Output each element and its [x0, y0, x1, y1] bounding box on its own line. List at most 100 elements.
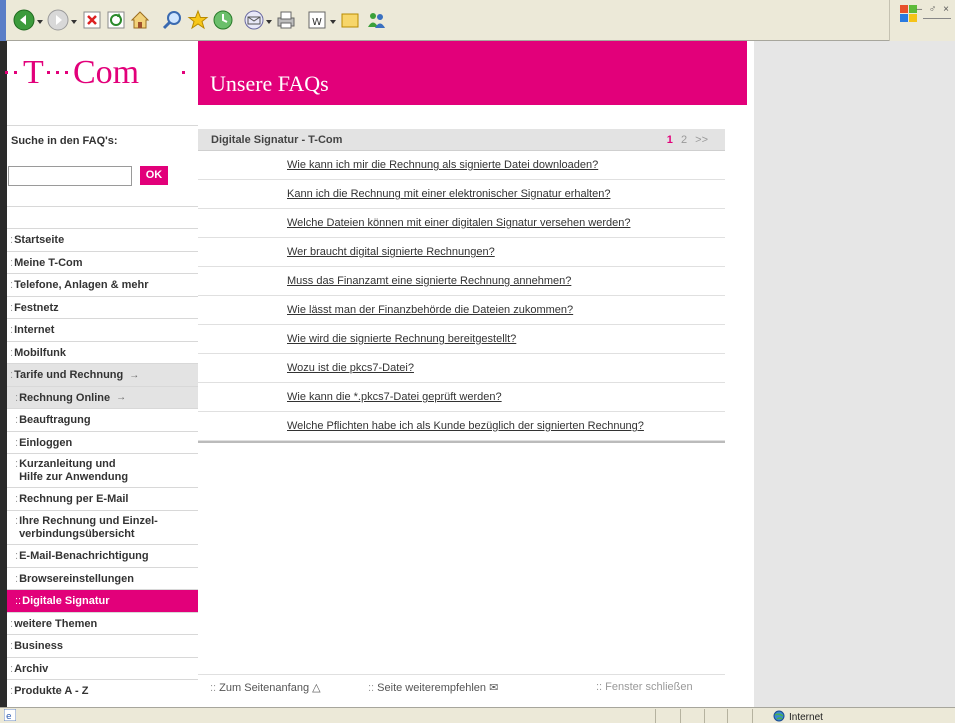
faq-row: Wozu ist die pkcs7-Datei?	[198, 354, 725, 383]
faq-question-link[interactable]: Muss das Finanzamt eine signierte Rechnu…	[287, 275, 571, 287]
faq-list: Wie kann ich mir die Rechnung als signie…	[198, 151, 725, 441]
history-icon[interactable]	[211, 8, 235, 32]
sidebar-item-rechnung-email[interactable]: : Rechnung per E-Mail	[7, 487, 198, 510]
mail-dropdown-icon[interactable]	[266, 16, 272, 24]
faq-question-link[interactable]: Welche Pflichten habe ich als Kunde bezü…	[287, 420, 644, 432]
forward-dropdown-icon[interactable]	[71, 16, 77, 24]
home-icon[interactable]	[128, 8, 152, 32]
pager-current: 1	[666, 134, 673, 146]
sidebar-item-browsereinstellungen[interactable]: : Browsereinstellungen	[7, 567, 198, 589]
sidebar-item-telefone[interactable]: : Telefone, Anlagen & mehr	[7, 273, 198, 296]
sidebar-item-startseite[interactable]: : Startseite	[7, 228, 198, 251]
faq-row: Wie wird die signierte Rechnung bereitge…	[198, 325, 725, 354]
pager-next[interactable]: >>	[695, 134, 708, 146]
window-divider	[923, 18, 951, 19]
svg-text:Com: Com	[73, 54, 139, 91]
faq-header: Digitale Signatur - T-Com 1 2 >>	[198, 129, 725, 151]
back-icon[interactable]	[12, 8, 36, 32]
pager: 1 2 >>	[667, 134, 713, 146]
sidebar-item-mobilfunk[interactable]: : Mobilfunk	[7, 341, 198, 363]
faq-question-link[interactable]: Welche Dateien können mit einer digitale…	[287, 217, 630, 229]
folder-icon[interactable]	[338, 8, 362, 32]
faq-question-link[interactable]: Wer braucht digital signierte Rechnungen…	[287, 246, 495, 258]
sidebar-item-festnetz[interactable]: : Festnetz	[7, 296, 198, 318]
sidebar-nav: : Startseite : Meine T-Com : Telefone, Anla…	[7, 228, 198, 702]
sidebar-item-digitale-signatur[interactable]: :: Digitale Signatur	[7, 589, 198, 612]
faq-row: Muss das Finanzamt eine signierte Rechnu…	[198, 267, 725, 296]
sidebar: Suche in den FAQ's: OK : Startseite : Mein…	[7, 105, 198, 707]
faq-question-link[interactable]: Wie wird die signierte Rechnung bereitge…	[287, 333, 516, 345]
svg-text:W: W	[312, 17, 322, 28]
sidebar-item-beauftragung[interactable]: : Beauftragung	[7, 408, 198, 431]
footer-close-link[interactable]: :: Fenster schließen	[596, 681, 693, 693]
refresh-icon[interactable]	[104, 8, 128, 32]
forward-icon[interactable]	[46, 8, 70, 32]
sidebar-item-email-benachrichtigung[interactable]: : E-Mail-Benachrichtigung	[7, 544, 198, 567]
print-icon[interactable]	[274, 8, 298, 32]
windows-logo-area: – ♂ ×	[889, 0, 955, 41]
status-pane	[655, 709, 656, 723]
sidebar-item-internet[interactable]: : Internet	[7, 318, 198, 341]
search-ok-button[interactable]: OK	[140, 166, 168, 185]
faq-question-link[interactable]: Wie lässt man der Finanzbehörde die Date…	[287, 304, 573, 316]
favorites-icon[interactable]	[186, 8, 210, 32]
faq-bottom-rule	[198, 441, 725, 443]
word-icon[interactable]: W	[305, 8, 329, 32]
word-dropdown-icon[interactable]	[330, 16, 336, 24]
sidebar-item-archiv[interactable]: : Archiv	[7, 657, 198, 679]
search-input[interactable]	[8, 166, 132, 186]
svg-text:T: T	[23, 54, 44, 91]
stop-icon[interactable]	[80, 8, 104, 32]
faq-question-link[interactable]: Wozu ist die pkcs7-Datei?	[287, 362, 414, 374]
faq-row: Wie kann ich mir die Rechnung als signie…	[198, 151, 725, 180]
back-dropdown-icon[interactable]	[37, 16, 43, 24]
faq-row: Welche Pflichten habe ich als Kunde bezü…	[198, 412, 725, 441]
footer-top-link[interactable]: :: Zum Seitenanfang △	[210, 681, 321, 694]
sidebar-item-einloggen[interactable]: : Einloggen	[7, 431, 198, 453]
window-left-frame	[0, 41, 7, 707]
sidebar-item-weitere-themen[interactable]: : weitere Themen	[7, 612, 198, 634]
faq-row: Kann ich die Rechnung mit einer elektron…	[198, 180, 725, 209]
window-controls[interactable]: – ♂ ×	[917, 4, 951, 15]
sidebar-item-einzelverbindung[interactable]: : Ihre Rechnung und Einzel-verbindungsübe…	[7, 510, 198, 544]
faq-question-link[interactable]: Wie kann die *.pkcs7-Datei geprüft werde…	[287, 391, 502, 403]
triangle-up-icon: △	[312, 682, 321, 694]
page-content: T Com Unsere FAQs Suche in den FAQ's: OK…	[5, 41, 955, 707]
sidebar-item-rechnung-online[interactable]: : Rechnung Online →	[7, 386, 198, 408]
faq-row: Wer braucht digital signierte Rechnungen…	[198, 238, 725, 267]
header-bar: Unsere FAQs	[198, 41, 747, 105]
page-title: Unsere FAQs	[210, 71, 329, 96]
sidebar-item-kurzanleitung[interactable]: : Kurzanleitung und Hilfe zur Anwendung	[7, 453, 198, 487]
faq-question-link[interactable]: Wie kann ich mir die Rechnung als signie…	[287, 159, 598, 171]
t-com-logo[interactable]: T Com	[1, 51, 191, 100]
arrow-right-icon: →	[129, 369, 140, 381]
ie-page-icon: e	[3, 708, 17, 722]
search-divider	[7, 206, 198, 207]
faq-row: Welche Dateien können mit einer digitale…	[198, 209, 725, 238]
sidebar-item-tarife[interactable]: : Tarife und Rechnung →	[7, 363, 198, 386]
messenger-icon[interactable]	[364, 8, 388, 32]
sidebar-item-business[interactable]: : Business	[7, 634, 198, 657]
status-pane	[727, 709, 728, 723]
status-pane	[752, 709, 753, 723]
status-pane	[680, 709, 681, 723]
sidebar-item-meine-t-com[interactable]: : Meine T-Com	[7, 251, 198, 273]
envelope-icon: ✉	[489, 682, 499, 694]
search-icon[interactable]	[160, 8, 184, 32]
window-edge	[0, 0, 6, 41]
faq-question-link[interactable]: Kann ich die Rechnung mit einer elektron…	[287, 188, 610, 200]
status-bar: e Internet	[0, 707, 955, 723]
mail-icon[interactable]	[242, 8, 266, 32]
pager-page-2[interactable]: 2	[681, 134, 687, 146]
right-margin	[754, 41, 955, 707]
sidebar-item-produkte[interactable]: : Produkte A - Z	[7, 679, 198, 702]
security-zone: Internet	[773, 710, 823, 723]
faq-row: Wie kann die *.pkcs7-Datei geprüft werde…	[198, 383, 725, 412]
svg-text:e: e	[6, 712, 12, 721]
faq-panel: Digitale Signatur - T-Com 1 2 >> Wie kan…	[198, 129, 725, 443]
globe-icon	[773, 710, 785, 723]
logo-area: T Com	[5, 41, 198, 105]
footer-recommend-link[interactable]: :: Seite weiterempfehlen ✉	[368, 681, 498, 694]
status-pane	[704, 709, 705, 723]
browser-toolbar: W – ♂ ×	[0, 0, 955, 41]
